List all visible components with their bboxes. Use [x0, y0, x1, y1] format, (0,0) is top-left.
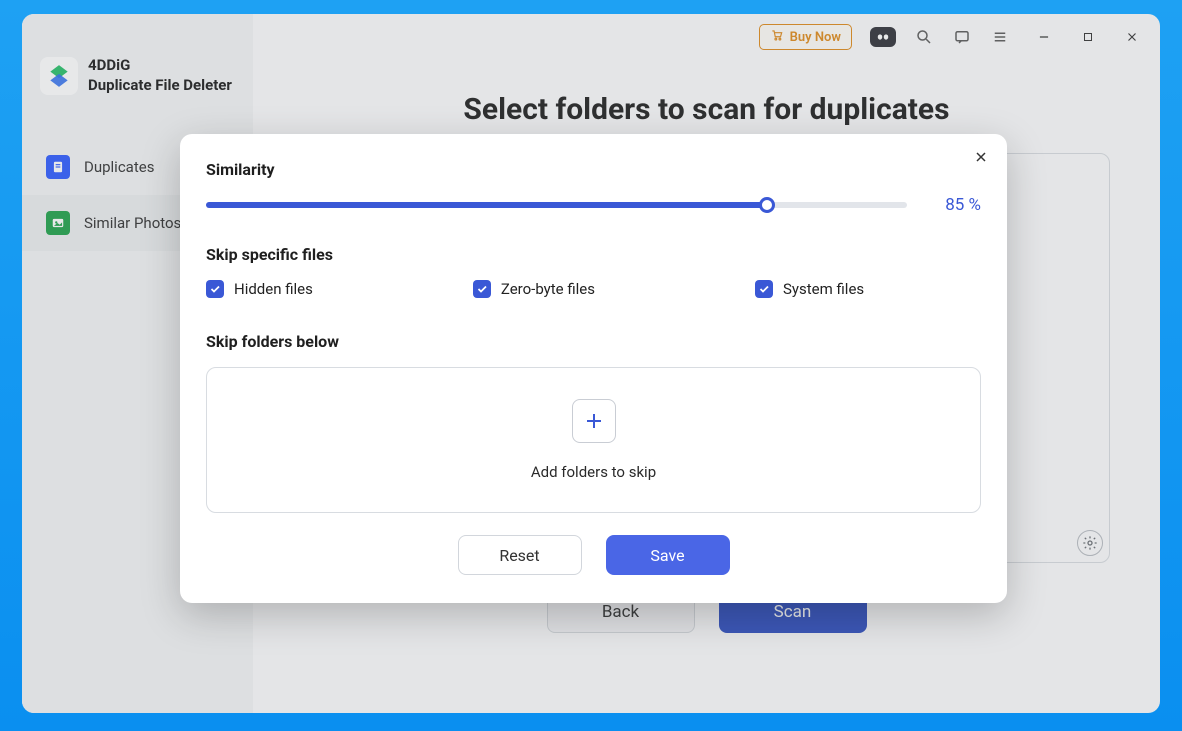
checkbox-label: Zero-byte files [501, 280, 595, 298]
similarity-slider-row: 85 % [206, 195, 981, 215]
plus-icon [582, 409, 606, 433]
sidebar-item-label: Duplicates [84, 158, 154, 176]
reset-button[interactable]: Reset [458, 535, 582, 575]
similarity-value: 85 % [931, 195, 981, 215]
checkbox-icon [206, 280, 224, 298]
cart-icon [770, 28, 784, 46]
checkbox-label: Hidden files [234, 280, 313, 298]
page-header: Select folders to scan for duplicates [253, 92, 1160, 127]
document-icon [46, 155, 70, 179]
menu-icon[interactable] [990, 27, 1010, 47]
titlebar: Buy Now [253, 14, 1160, 60]
app-logo-icon [40, 57, 78, 95]
brand-subtitle: Duplicate File Deleter [88, 76, 232, 96]
modal-footer: Reset Save [206, 535, 981, 575]
minimize-icon[interactable] [1034, 27, 1054, 47]
save-button[interactable]: Save [606, 535, 730, 575]
slider-thumb[interactable] [759, 197, 775, 213]
similarity-label: Similarity [206, 160, 981, 179]
add-folder-button[interactable] [572, 399, 616, 443]
gear-icon [1082, 535, 1098, 551]
page-title: Select folders to scan for duplicates [253, 92, 1160, 127]
skip-folders-label: Skip folders below [206, 332, 981, 351]
close-icon [973, 149, 989, 165]
buy-now-button[interactable]: Buy Now [759, 24, 852, 50]
checkbox-label: System files [783, 280, 864, 298]
sidebar-item-label: Similar Photos [84, 214, 181, 232]
similarity-slider[interactable] [206, 202, 907, 208]
image-icon [46, 211, 70, 235]
skip-files-checkboxes: Hidden files Zero-byte files System file… [206, 280, 981, 298]
modal-close-button[interactable] [969, 144, 993, 172]
settings-button[interactable] [1077, 530, 1103, 556]
feedback-icon[interactable] [952, 27, 972, 47]
checkbox-zero-byte-files[interactable]: Zero-byte files [473, 280, 595, 298]
skip-files-label: Skip specific files [206, 245, 981, 264]
checkbox-hidden-files[interactable]: Hidden files [206, 280, 313, 298]
checkbox-icon [473, 280, 491, 298]
skip-folders-dropzone[interactable]: Add folders to skip [206, 367, 981, 513]
scan-settings-modal: Similarity 85 % Skip specific files Hidd… [180, 134, 1007, 603]
brand: 4DDiG Duplicate File Deleter [22, 56, 253, 129]
app-window: 4DDiG Duplicate File Deleter Duplicates … [22, 14, 1160, 713]
checkbox-icon [755, 280, 773, 298]
close-icon[interactable] [1122, 27, 1142, 47]
brand-name: 4DDiG [88, 56, 232, 76]
add-folders-caption: Add folders to skip [531, 463, 656, 481]
slider-fill [206, 202, 767, 208]
checkbox-system-files[interactable]: System files [755, 280, 864, 298]
search-icon[interactable] [914, 27, 934, 47]
discord-icon[interactable] [870, 27, 896, 47]
buy-now-label: Buy Now [790, 30, 841, 45]
maximize-icon[interactable] [1078, 27, 1098, 47]
